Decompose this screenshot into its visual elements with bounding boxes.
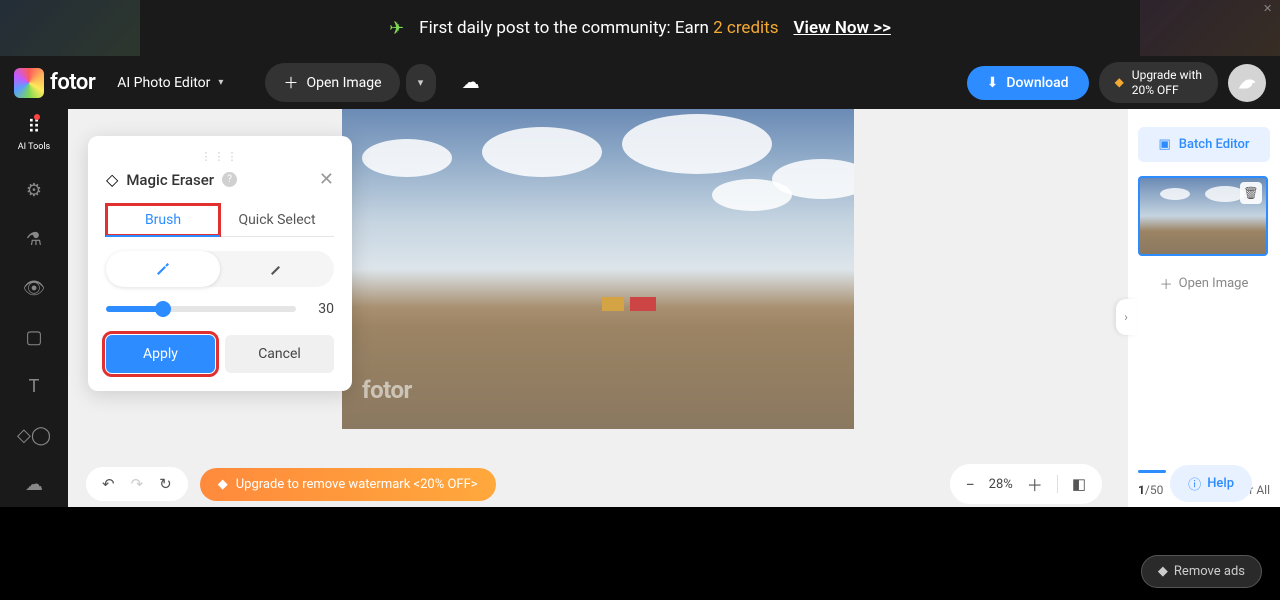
zoom-in-button[interactable]: ＋ (1027, 472, 1043, 496)
download-button[interactable]: ⬇ Download (967, 66, 1089, 100)
promo-bg-right (1140, 0, 1280, 56)
cloud-upload-icon: ☁ (25, 474, 43, 495)
drag-dots-icon: ⋮⋮⋮ (201, 150, 240, 163)
layers-icon: ▣ (1158, 137, 1170, 152)
shapes-icon: ◇◯ (17, 425, 51, 446)
history-controls: ↶ ↷ ↻ (86, 467, 188, 501)
zoom-out-button[interactable]: − (966, 475, 975, 494)
image-canvas[interactable]: fotor (342, 109, 854, 429)
brush-size-slider[interactable] (106, 306, 296, 312)
chevron-down-icon: ▾ (218, 77, 223, 88)
text-icon: T (29, 376, 40, 397)
batch-editor-button[interactable]: ▣ Batch Editor (1138, 127, 1270, 162)
panel-drag-handle[interactable]: ⋮⋮⋮ (106, 150, 334, 163)
trash-icon: 🗑 (1243, 186, 1258, 200)
download-icon: ⬇ (987, 75, 999, 91)
user-avatar[interactable] (1228, 64, 1266, 102)
sidebar-item-cloud[interactable]: ☁ (25, 474, 43, 495)
sidebar-item-text[interactable]: T (29, 376, 40, 397)
brush-subtract-button[interactable] (220, 251, 334, 287)
promo-bg-left (0, 0, 140, 56)
image-content (622, 114, 772, 174)
eye-icon: 👁 (23, 278, 46, 299)
brush-size-value: 30 (310, 301, 334, 317)
cloud-icon[interactable]: ☁ (462, 72, 480, 93)
help-icon[interactable]: ? (222, 172, 237, 187)
paper-plane-icon: ✈ (389, 18, 404, 39)
tab-quick-select[interactable]: Quick Select (220, 204, 334, 236)
promo-close-button[interactable]: ✕ (1263, 2, 1275, 14)
promo-text: First daily post to the community: Earn … (419, 18, 778, 38)
editor-mode-dropdown[interactable]: AI Photo Editor ▾ (105, 67, 235, 99)
compare-button[interactable]: ◧ (1072, 475, 1086, 493)
right-panel: ▣ Batch Editor 🗑 ＋ Open Image 1/50 🗑 Cle… (1128, 109, 1280, 507)
remove-ads-button[interactable]: ◆ Remove ads (1141, 555, 1262, 588)
watermark: fotor (362, 376, 412, 404)
eraser-icon: ◇ (106, 170, 118, 189)
help-icon: ⓘ (1188, 474, 1201, 493)
bottom-toolbar: ↶ ↷ ↻ ◆ Upgrade to remove watermark <20%… (68, 461, 1120, 507)
panel-tabs: Brush Quick Select (106, 204, 334, 237)
zoom-controls: − 28% ＋ ◧ (950, 464, 1103, 504)
chevron-right-icon: › (1124, 310, 1128, 324)
plus-icon: ＋ (1160, 274, 1173, 293)
diamond-icon: ◆ (218, 477, 228, 492)
thumbnail-delete-button[interactable]: 🗑 (1240, 182, 1262, 204)
redo-button[interactable]: ↷ (131, 475, 144, 493)
left-sidebar: ⠿ AI Tools ⚙ ⚗ 👁 ▢ T ◇◯ ☁ (0, 109, 68, 507)
open-image-dropdown[interactable]: ▾ (406, 64, 436, 102)
flask-icon: ⚗ (26, 229, 42, 250)
brand-logo[interactable]: fotor (14, 68, 95, 98)
image-content (362, 139, 452, 177)
remove-watermark-button[interactable]: ◆ Upgrade to remove watermark <20% OFF> (200, 468, 496, 501)
diamond-icon: ◆ (1115, 75, 1124, 89)
sidebar-item-label: AI Tools (18, 142, 50, 152)
brush-add-button[interactable] (106, 251, 220, 287)
open-image-button[interactable]: ＋ Open Image (265, 63, 399, 102)
cancel-button[interactable]: Cancel (225, 335, 334, 373)
thumbnail-scrollbar[interactable] (1138, 470, 1166, 473)
magic-eraser-panel: ⋮⋮⋮ ◇ Magic Eraser ? ✕ Brush Quick Selec… (88, 136, 352, 391)
top-toolbar: fotor AI Photo Editor ▾ ＋ Open Image ▾ ☁… (0, 56, 1280, 109)
promo-view-now-link[interactable]: View Now >> (794, 18, 891, 38)
page-counter: 1/50 (1138, 483, 1163, 497)
collapse-panel-button[interactable]: › (1116, 299, 1136, 335)
slider-thumb[interactable] (155, 301, 171, 317)
panel-close-button[interactable]: ✕ (319, 169, 334, 190)
tab-brush[interactable]: Brush (106, 204, 220, 236)
sliders-icon: ⚙ (26, 180, 42, 201)
panel-title: Magic Eraser (126, 171, 214, 189)
brand-text: fotor (50, 70, 95, 95)
undo-button[interactable]: ↶ (102, 475, 115, 493)
upgrade-button[interactable]: ◆ Upgrade with20% OFF (1099, 62, 1218, 103)
reset-button[interactable]: ↻ (159, 475, 172, 493)
bird-icon (1236, 72, 1258, 94)
brush-mode-toggle (106, 251, 334, 287)
sidebar-item-frames[interactable]: ▢ (25, 327, 42, 348)
help-button[interactable]: ⓘ Help (1170, 465, 1252, 502)
promo-banner: ✈ First daily post to the community: Ear… (0, 0, 1280, 56)
zoom-value: 28% (989, 477, 1013, 492)
image-thumbnail[interactable]: 🗑 (1138, 176, 1268, 256)
plus-icon: ＋ (283, 72, 298, 93)
diamond-icon: ◆ (1158, 564, 1168, 579)
image-content (482, 127, 602, 177)
apply-button[interactable]: Apply (106, 335, 215, 373)
frame-icon: ▢ (25, 327, 42, 348)
grid-icon: ⠿ (27, 117, 40, 138)
brush-minus-icon (268, 260, 286, 278)
sidebar-item-ai-tools[interactable]: ⠿ AI Tools (18, 117, 50, 152)
logo-icon (14, 68, 44, 98)
brush-icon (154, 260, 172, 278)
image-content (602, 297, 624, 311)
open-image-sidebar-button[interactable]: ＋ Open Image (1138, 266, 1270, 301)
image-content (630, 297, 656, 311)
sidebar-item-adjust[interactable]: ⚙ (26, 180, 42, 201)
sidebar-item-elements[interactable]: ◇◯ (17, 425, 51, 446)
sidebar-item-beauty[interactable]: 👁 (23, 278, 46, 299)
chevron-down-icon: ▾ (418, 76, 424, 89)
sidebar-item-effects[interactable]: ⚗ (26, 229, 42, 250)
